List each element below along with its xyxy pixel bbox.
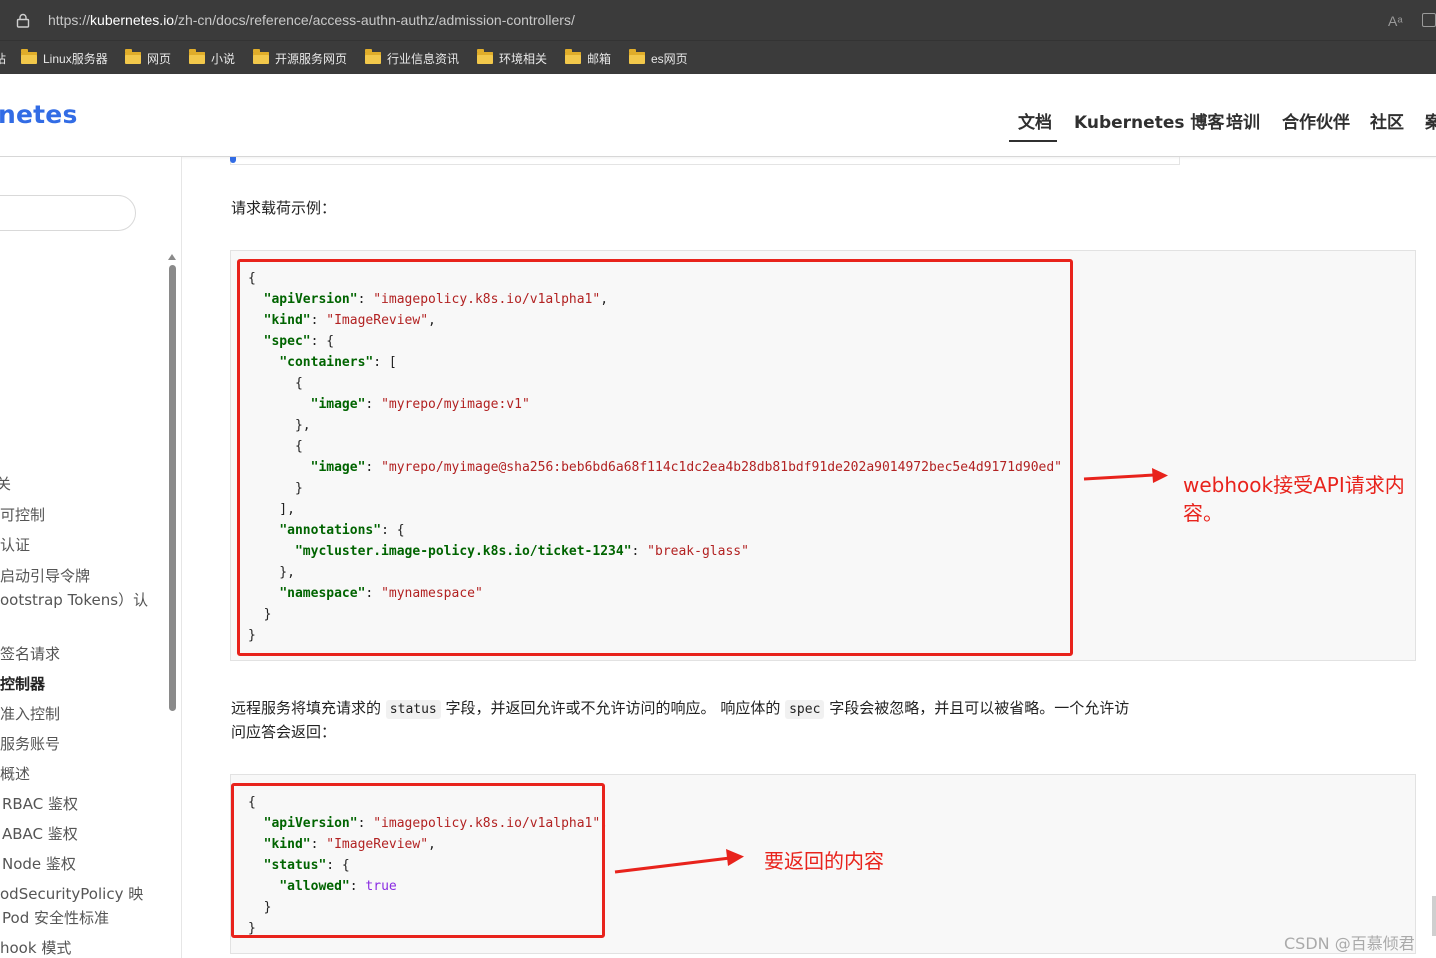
lock-icon [16,13,30,28]
response-annotation: 要返回的内容 [764,849,884,873]
response-highlight-box [231,783,605,938]
site-logo[interactable]: netes [0,100,78,129]
sidebar-item[interactable]: 签名请求 [0,643,60,664]
sidebar-item[interactable]: 概述 [0,763,30,784]
sidebar-item[interactable]: odSecurityPolicy 映 [0,883,143,904]
bookmark-folder[interactable]: 环境相关 [477,49,547,67]
inline-code-status: status [385,700,441,719]
bookmark-label: es网页 [651,51,688,66]
page-edge-scrollbar [1432,896,1436,936]
sidebar-item[interactable]: 准入控制 [0,703,60,724]
bookmark-folder[interactable]: Linux服务器 [21,49,108,67]
previous-section-box [230,157,1180,165]
folder-icon [365,49,381,64]
response-description: 远程服务将填充请求的 status 字段，并返回允许或不允许访问的响应。 响应体… [231,697,1130,719]
request-example-heading: 请求载荷示例： [231,199,337,217]
bookmark-label: 环境相关 [499,51,548,66]
folder-icon [21,49,37,64]
nav-case-studies[interactable]: 案 [1425,108,1436,133]
address-bar[interactable]: https://kubernetes.io/zh-cn/docs/referen… [0,0,1436,40]
nav-community[interactable]: 社区 [1370,108,1404,133]
bookmark-label: 行业信息资讯 [387,51,460,66]
nav-training[interactable]: 培训 [1226,108,1260,133]
bookmark-folder[interactable]: es网页 [629,49,688,67]
bookmark-label: 邮箱 [587,51,612,66]
sidebar-item[interactable]: RBAC 鉴权 [2,793,78,814]
sidebar-item[interactable]: 关 [0,473,11,494]
sidebar-item[interactable]: 启动引导令牌 [0,565,90,586]
response-text-2: 字段，并返回允许或不允许访问的响应。 响应体的 [445,699,781,717]
url-path: /zh-cn/docs/reference/access-authn-authz… [174,12,575,28]
nav-partners[interactable]: 合作伙伴 [1282,108,1350,133]
bookmark-label: 网页 [147,51,172,66]
sidebar-search-input[interactable] [0,195,136,231]
bookmark-folder[interactable]: 行业信息资讯 [365,49,459,67]
url-prefix: https:// [48,12,91,28]
sidebar-item[interactable]: hook 模式 [0,937,71,958]
url-host: kubernetes.io [90,12,175,28]
bookmark-label: Linux服务器 [43,51,108,66]
folder-icon [477,49,493,64]
bookmark-folder[interactable]: 小说 [189,49,235,67]
active-nav-underline [1009,140,1057,142]
nav-blog[interactable]: Kubernetes 博客 [1074,108,1224,133]
scroll-up-arrow-icon[interactable] [168,254,176,260]
bookmark-folder[interactable]: 网页 [125,49,171,67]
sidebar-item[interactable]: ootstrap Tokens）认 [0,589,148,610]
response-description-line2: 问应答会返回： [231,723,337,741]
sidebar-item[interactable]: Node 鉴权 [2,853,76,874]
sidebar-item[interactable]: Pod 安全性标准 [2,907,109,928]
docs-sidebar: 关 可控制 认证 启动引导令牌 ootstrap Tokens）认 签名请求 控… [0,157,182,958]
previous-section-marker [230,157,236,163]
inline-code-spec: spec [785,700,825,719]
sidebar-item[interactable]: 认证 [0,534,30,555]
read-aloud-icon[interactable]: Aᵃ [1388,13,1403,29]
split-screen-icon[interactable] [1422,13,1436,27]
url-text[interactable]: https://kubernetes.io/zh-cn/docs/referen… [48,12,575,28]
sidebar-scrollbar[interactable] [169,265,176,711]
folder-icon [189,49,205,64]
bookmarks-bar: 站 Linux服务器 网页 小说 开源服务网页 行业信息资讯 环境相关 邮箱 e… [0,40,1436,75]
bookmark-label: 开源服务网页 [275,51,348,66]
response-text-1: 远程服务将填充请求的 [231,699,382,717]
site-header: netes 文档 Kubernetes 博客 培训 合作伙伴 社区 案 [0,74,1436,157]
sidebar-item[interactable]: 可控制 [0,504,45,525]
request-arrow [1083,468,1168,483]
response-text-3: 字段会被忽略，并且可以被省略。一个允许访 [829,699,1130,717]
request-highlight-box [237,259,1073,656]
request-annotation: webhook接受API请求内容。 [1183,473,1405,525]
bookmark-label: 小说 [211,51,236,66]
sidebar-item[interactable]: ABAC 鉴权 [2,823,78,844]
sidebar-item[interactable]: 服务账号 [0,733,60,754]
bookmark-item[interactable]: 站 [0,49,6,67]
watermark: CSDN @百慕倾君 [1284,934,1415,953]
folder-icon [253,49,269,64]
folder-icon [125,49,141,64]
folder-icon [565,49,581,64]
bookmark-label: 站 [0,51,7,66]
nav-docs[interactable]: 文档 [1018,108,1052,133]
bookmark-folder[interactable]: 开源服务网页 [253,49,347,67]
response-arrow [614,849,744,874]
folder-icon [629,49,645,64]
sidebar-item-active[interactable]: 控制器 [0,673,45,694]
bookmark-folder[interactable]: 邮箱 [565,49,611,67]
